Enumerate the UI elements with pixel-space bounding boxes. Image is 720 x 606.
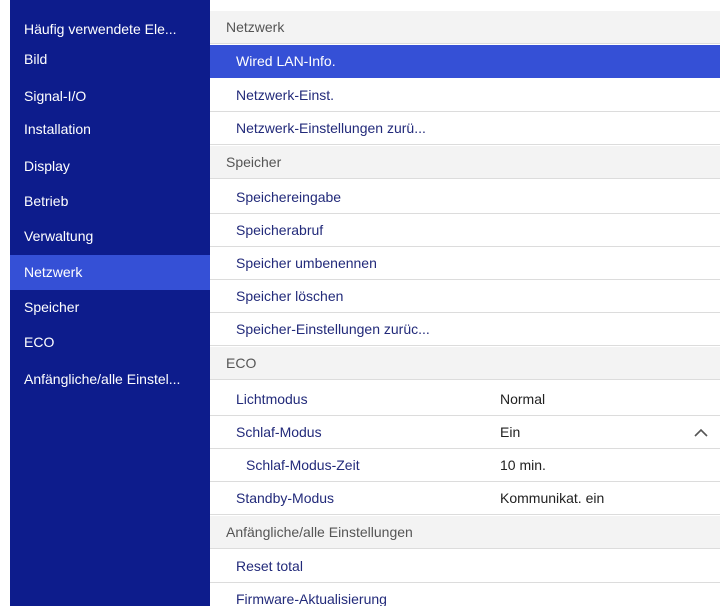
settings-panel: Netzwerk Wired LAN-Info. Netzwerk-Einst.…	[210, 0, 720, 606]
setting-standby-modus[interactable]: Standby-Modus Kommunikat. ein	[210, 482, 720, 515]
setting-schlaf-modus-zeit[interactable]: Schlaf-Modus-Zeit 10 min.	[210, 449, 720, 482]
menu-item-wired-lan-info[interactable]: Wired LAN-Info.	[210, 45, 720, 78]
menu-item-label: Reset total	[236, 558, 303, 574]
menu-item-label: Wired LAN-Info.	[236, 53, 336, 69]
menu-item-label: Speicher-Einstellungen zurüc...	[236, 321, 430, 337]
setting-value: Kommunikat. ein	[500, 490, 605, 506]
menu-item-label: Speicher umbenennen	[236, 255, 377, 271]
sidebar-item-anfaengliche[interactable]: Anfängliche/alle Einstel...	[10, 362, 210, 397]
menu-item-netzwerk-reset[interactable]: Netzwerk-Einstellungen zurü...	[210, 112, 720, 145]
section-header-anfaengliche: Anfängliche/alle Einstellungen	[210, 516, 720, 549]
menu-item-speicher-reset[interactable]: Speicher-Einstellungen zurüc...	[210, 313, 720, 346]
setting-label: Schlaf-Modus	[236, 424, 322, 440]
chevron-up-icon[interactable]	[694, 416, 708, 448]
menu-item-label: Speicher löschen	[236, 288, 344, 304]
sidebar-item-installation[interactable]: Installation	[10, 112, 210, 147]
section-header-eco: ECO	[210, 347, 720, 380]
section-title: Speicher	[226, 154, 282, 170]
menu-item-label: Netzwerk-Einstellungen zurü...	[236, 120, 426, 136]
menu-item-label: Speichereingabe	[236, 189, 342, 205]
setting-value: 10 min.	[500, 457, 546, 473]
menu-item-speicher-umbenennen[interactable]: Speicher umbenennen	[210, 247, 720, 280]
menu-item-speicher-loeschen[interactable]: Speicher löschen	[210, 280, 720, 313]
sidebar-item-netzwerk[interactable]: Netzwerk	[10, 255, 210, 290]
menu-item-speicherabruf[interactable]: Speicherabruf	[210, 214, 720, 247]
sidebar-item-verwaltung[interactable]: Verwaltung	[10, 219, 210, 254]
menu-item-label: Netzwerk-Einst.	[236, 87, 335, 103]
sidebar-item-bild[interactable]: Bild	[10, 42, 210, 77]
sidebar-item-eco[interactable]: ECO	[10, 325, 210, 360]
section-title: Netzwerk	[226, 19, 285, 35]
setting-lichtmodus[interactable]: Lichtmodus Normal	[210, 383, 720, 416]
setting-schlaf-modus[interactable]: Schlaf-Modus Ein	[210, 416, 720, 449]
section-header-speicher: Speicher	[210, 146, 720, 179]
setting-label: Lichtmodus	[236, 391, 308, 407]
sidebar-item-signal-io[interactable]: Signal-I/O	[10, 79, 210, 114]
setting-value: Normal	[500, 391, 546, 407]
sidebar-item-speicher[interactable]: Speicher	[10, 290, 210, 325]
sidebar-item-display[interactable]: Display	[10, 149, 210, 184]
setting-label: Schlaf-Modus-Zeit	[246, 457, 360, 473]
menu-item-firmware-aktualisierung[interactable]: Firmware-Aktualisierung	[210, 583, 720, 606]
section-title: ECO	[226, 355, 257, 371]
section-title: Anfängliche/alle Einstellungen	[226, 524, 413, 540]
setting-label: Standby-Modus	[236, 490, 335, 506]
menu-item-label: Speicherabruf	[236, 222, 324, 238]
menu-item-speichereingabe[interactable]: Speichereingabe	[210, 181, 720, 214]
sidebar-item-betrieb[interactable]: Betrieb	[10, 184, 210, 219]
sidebar-menu: Häufig verwendete Ele... Bild Signal-I/O…	[10, 0, 210, 606]
menu-item-netzwerk-einst[interactable]: Netzwerk-Einst.	[210, 79, 720, 112]
section-header-netzwerk: Netzwerk	[210, 11, 720, 44]
menu-item-label: Firmware-Aktualisierung	[236, 591, 387, 606]
menu-item-reset-total[interactable]: Reset total	[210, 550, 720, 583]
setting-value: Ein	[500, 424, 521, 440]
